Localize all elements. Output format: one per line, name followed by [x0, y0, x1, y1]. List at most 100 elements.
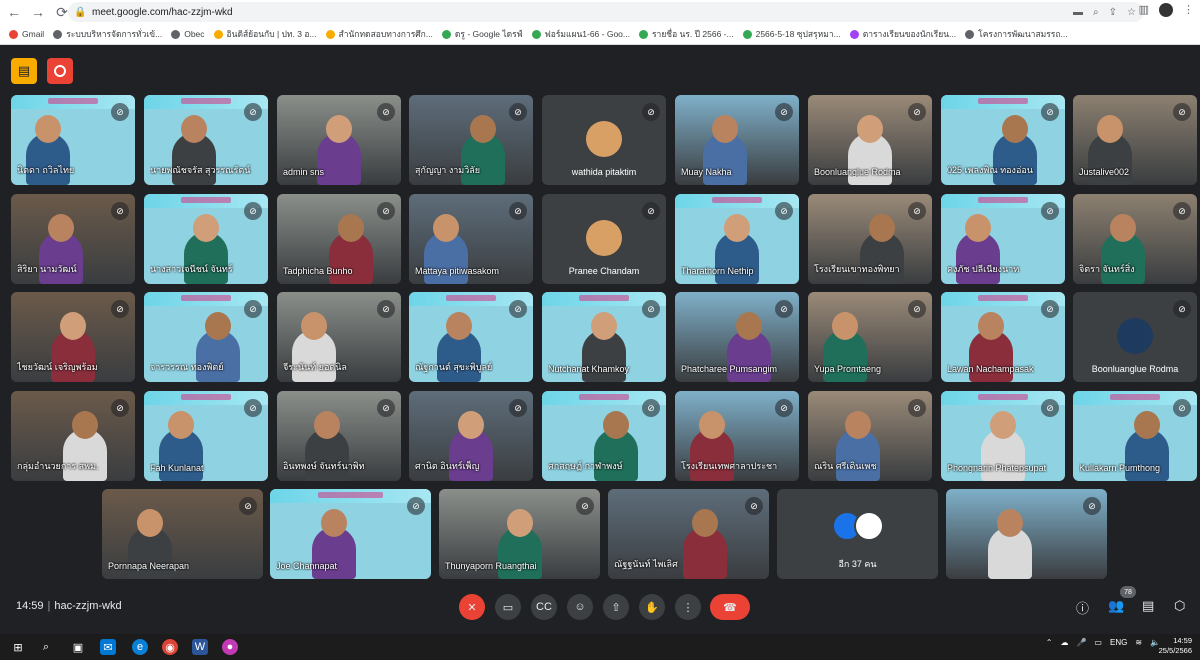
mic-muted-icon: ⊘ [1083, 497, 1101, 515]
participant-tile[interactable]: ⊘ ศานิต อินทร์เพ็ญ [409, 391, 533, 481]
participant-tile[interactable]: ⊘ ณริน ศรีเดินเพช [808, 391, 932, 481]
participant-tile[interactable]: ⊘ Joe Channapat [270, 489, 431, 579]
tray-chevron-icon[interactable]: ⌃ [1046, 638, 1053, 647]
participant-tile[interactable]: ⊘ โรงเรียนเทพศาลาประชา [675, 391, 799, 481]
search-icon[interactable]: ⌕ [38, 639, 54, 655]
bookmark-item[interactable]: ระบบบริหารจัดการทั่วเข้... [53, 27, 162, 41]
address-bar[interactable]: 🔒 meet.google.com/hac-zzjm-wkd ▬ ⌕ ⇪ ☆ [68, 2, 1144, 22]
participant-tile[interactable]: ⊘ Boonluanglue Rodma [808, 95, 932, 185]
bookmark-item[interactable]: 2566-5-18 ซุปสรุหมา... [742, 27, 841, 41]
task-view-icon[interactable]: ▣ [70, 639, 86, 655]
participant-tile[interactable]: ⊘ Pornnapa Neerapan [102, 489, 263, 579]
activity-icon[interactable]: ▤ [11, 58, 37, 84]
word-icon[interactable]: W [192, 639, 208, 655]
taskbar-clock[interactable]: 14:59 25/5/2566 [1159, 636, 1192, 656]
language-indicator[interactable]: ENG [1110, 638, 1127, 647]
participant-tile[interactable]: ⊘ Justalive002 [1073, 95, 1197, 185]
share-icon[interactable]: ⇪ [1109, 7, 1117, 18]
mic-off-button[interactable]: ✕ [459, 594, 485, 620]
mail-icon[interactable]: ✉ [100, 639, 116, 655]
participant-tile[interactable]: ⊘ ณัฐฐนันท์ ไพเลิศ [608, 489, 769, 579]
participant-tile[interactable]: ⊘ 025 เพลงพิณ ทองอ่อน [941, 95, 1065, 185]
participant-tile[interactable]: ⊘ ณัฐกานต์ สุขะพิบูลย์ [409, 292, 533, 382]
emoji-button[interactable]: ☺ [567, 594, 593, 620]
participant-tile[interactable]: ⊘ จิตรา จันทร์สิ่ง [1073, 194, 1197, 284]
participant-tile[interactable]: ⊘ Yupa Promtaeng [808, 292, 932, 382]
participant-tile[interactable]: ⊘ Mattaya pitiwasakom [409, 194, 533, 284]
participant-tile[interactable]: ⊘ Phatcharee Pumsangim [675, 292, 799, 382]
activities-icon[interactable]: ⬡ [1174, 598, 1185, 614]
participant-tile[interactable]: ⊘ Pranee Chandam [542, 194, 666, 284]
zoom-icon[interactable]: ⌕ [1093, 7, 1099, 18]
participant-tile[interactable]: ⊘ สุกัญญา งามวิลัย [409, 95, 533, 185]
participant-tile[interactable]: ⊘ admin sns [277, 95, 401, 185]
participant-tile[interactable]: ⊘ ศกสฤษฏ์ กาฬาพงษ์ [542, 391, 666, 481]
camera-button[interactable]: ▭ [495, 594, 521, 620]
bookmark-item[interactable]: ฟอร์มแผน1-66 - Goo... [531, 27, 630, 41]
bookmark-label: ดรู - Google ไดรฟ์ [454, 29, 523, 39]
participant-face [591, 312, 617, 340]
participant-tile[interactable]: ⊘ Kullakarn Pumthong [1073, 391, 1197, 481]
participant-tile[interactable]: ⊘ จีระนันท์ ยอดนิล [277, 292, 401, 382]
participant-tile[interactable]: ⊘ Nutchanat Khamkoy [542, 292, 666, 382]
participant-tile[interactable]: ⊘ กลุ่มอำนวยการ สพม. [11, 391, 135, 481]
edge-icon[interactable]: e [132, 639, 148, 655]
cloud-icon[interactable]: ☁ [1060, 638, 1068, 647]
participant-tile[interactable]: ⊘ นิตดา ถวิลไทย [11, 95, 135, 185]
bookmark-item[interactable]: โครงการพัฒนาสมรรถ... [965, 27, 1068, 41]
bookmark-item[interactable]: Obec [171, 29, 205, 39]
bookmark-label: รายชื่อ นร. ปี 2566 -... [651, 29, 734, 39]
participant-tile[interactable]: ⊘ wathida pitaktim [542, 95, 666, 185]
bookmark-item[interactable]: รายชื่อ นร. ปี 2566 -... [638, 27, 734, 41]
participant-tile[interactable]: ⊘ Phongnarin Phatepsupat [941, 391, 1065, 481]
participant-tile[interactable]: ⊘ Thunyaporn Ruangthai [439, 489, 600, 579]
profile-avatar[interactable] [1159, 3, 1173, 17]
participant-tile[interactable]: ⊘ Tharathorn Nethip [675, 194, 799, 284]
raise-hand-button[interactable]: ✋ [639, 594, 665, 620]
recording-icon[interactable] [47, 58, 73, 84]
chrome-icon[interactable]: ◉ [162, 639, 178, 655]
omnibox-actions: ▬ ⌕ ⇪ ☆ [1073, 7, 1136, 18]
bookmark-item[interactable]: ดรู - Google ไดรฟ์ [441, 27, 523, 41]
participant-tile[interactable]: ⊘ จารวรรณ ทองพิตย์ [144, 292, 268, 382]
participant-tile[interactable]: ⊘ Boonluanglue Rodma [1073, 292, 1197, 382]
more-options-button[interactable]: ⋮ [675, 594, 701, 620]
participant-tile[interactable]: อีก 37 คน [777, 489, 938, 579]
menu-dots-icon[interactable]: ⋮ [1183, 3, 1194, 17]
chat-icon[interactable]: ▤ [1142, 598, 1154, 614]
participant-tile[interactable]: ⊘ Tadphicha Bunho [277, 194, 401, 284]
people-icon[interactable]: 👥 [1108, 598, 1124, 614]
mic-tray-icon[interactable]: 🎤 [1076, 638, 1086, 647]
bookmark-item[interactable]: อินดิส์ย้อนกับ | ปท. 3 อ... [213, 27, 317, 41]
bookmark-star-icon[interactable]: ☆ [1127, 7, 1136, 18]
participant-tile[interactable]: ⊘ นายพณัชจรัส สุวรรณรัตน์ [144, 95, 268, 185]
participant-tile[interactable]: ⊘ Fah Kunlanat [144, 391, 268, 481]
participant-tile[interactable]: ⊘ Muay Nakha [675, 95, 799, 185]
battery-icon[interactable]: ▭ [1094, 638, 1102, 647]
participant-tile[interactable]: ⊘ สิริยา นามวัฒน์ [11, 194, 135, 284]
participant-tile[interactable]: ⊘ นางสาวเจนีชน์ จันทร์ [144, 194, 268, 284]
participant-tile[interactable]: ⊘ [946, 489, 1107, 579]
participant-tile[interactable]: ⊘ ไชยวัฒน์ เจริญพร้อม [11, 292, 135, 382]
sidepanel-icon[interactable]: ▥ [1139, 3, 1149, 17]
participant-tile[interactable]: ⊘ Lawan Nachampasak [941, 292, 1065, 382]
participant-tile[interactable]: ⊘ โรงเรียนเขาทองพิทยา [808, 194, 932, 284]
wifi-icon[interactable]: ≋ [1135, 638, 1142, 647]
bookmark-item[interactable]: ตารางเรียนของนักเรียน... [849, 27, 956, 41]
captions-button[interactable]: CC [531, 594, 557, 620]
mic-muted-icon: ⊘ [244, 202, 262, 220]
bookmark-item[interactable]: Gmail [9, 29, 44, 39]
camera-permission-icon[interactable]: ▬ [1073, 7, 1083, 18]
bookmark-item[interactable]: สำนักทดสอบทางการศึก... [325, 27, 433, 41]
windows-taskbar: ⊞ ⌕ ▣ ✉ e ◉ W ● ⌃ ☁ 🎤 ▭ ENG ≋ 🔈 14:59 25… [0, 634, 1200, 660]
present-button[interactable]: ⇧ [603, 594, 629, 620]
leave-call-button[interactable]: ☎ [710, 594, 750, 620]
forward-icon[interactable]: → [28, 2, 48, 22]
windows-start-icon[interactable]: ⊞ [10, 639, 26, 655]
back-icon[interactable]: ← [4, 2, 24, 22]
paint-icon[interactable]: ● [222, 639, 238, 655]
participant-tile[interactable]: ⊘ อินทพงษ์ จันทร์นาพิท [277, 391, 401, 481]
bookmark-favicon-icon [638, 29, 648, 39]
info-icon[interactable]: ⓘ [1076, 598, 1089, 617]
participant-tile[interactable]: ⊘ คงภัช ปลีเนียงนาท [941, 194, 1065, 284]
